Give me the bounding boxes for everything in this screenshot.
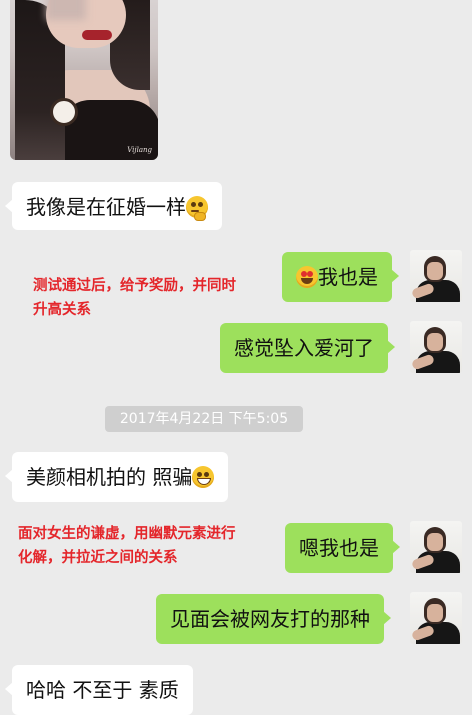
message-text: 见面会被网友打的那种	[170, 607, 370, 631]
message-bubble-sent[interactable]: 感觉坠入爱河了	[220, 323, 395, 373]
photo-signature: Vijlang	[127, 146, 152, 154]
timestamp-badge: 2017年4月22日 下午5:05	[105, 406, 303, 432]
message-text: 感觉坠入爱河了	[234, 336, 374, 360]
message-text: 美颜相机拍的 照骗	[26, 465, 193, 489]
thinking-emoji-icon	[186, 196, 208, 221]
message-bubble-sent[interactable]: 我也是	[282, 252, 399, 302]
sender-avatar[interactable]	[410, 321, 462, 373]
heart-eyes-emoji-icon	[296, 266, 318, 288]
annotation-line: 面对女生的谦虚，用幽默元素进行	[18, 526, 236, 542]
message-bubble-sent[interactable]: 见面会被网友打的那种	[156, 594, 391, 644]
annotation-line: 测试通过后，给予奖励，并同时	[33, 278, 236, 294]
message-bubble-received[interactable]: 我像是在征婚一样	[5, 182, 222, 230]
message-text: 嗯我也是	[299, 536, 379, 560]
message-bubble-received[interactable]: 美颜相机拍的 照骗	[4, 452, 229, 502]
annotation-line: 升高关系	[33, 302, 91, 318]
grinning-emoji-icon	[192, 466, 215, 488]
watch-detail	[50, 98, 78, 126]
sender-avatar[interactable]	[410, 250, 462, 302]
annotation-note: 面对女生的谦虚，用幽默元素进行 化解，并拉近之间的关系	[18, 522, 236, 570]
message-text: 我也是	[318, 265, 378, 289]
annotation-line: 化解，并拉近之间的关系	[18, 550, 178, 566]
sender-avatar[interactable]	[410, 521, 462, 573]
sender-avatar[interactable]	[410, 592, 462, 644]
message-bubble-sent[interactable]: 嗯我也是	[285, 523, 400, 573]
message-text: 我像是在征婚一样	[26, 195, 186, 219]
received-photo[interactable]: Vijlang	[10, 0, 158, 160]
annotation-note: 测试通过后，给予奖励，并同时 升高关系	[33, 274, 236, 322]
message-text: 哈哈 不至于 素质	[26, 678, 179, 702]
message-bubble-received[interactable]: 哈哈 不至于 素质	[5, 665, 193, 715]
